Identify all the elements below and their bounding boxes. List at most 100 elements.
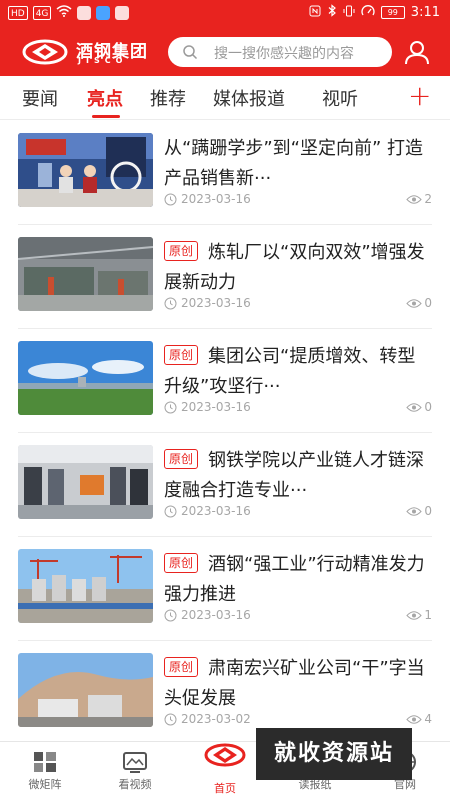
factory-workshop-thumbnail (18, 237, 153, 311)
nav-kanshipin[interactable]: 看视频 (90, 742, 180, 800)
nav-label: 首页 (214, 782, 236, 795)
logo-text-en: JISCO (78, 56, 128, 65)
news-item[interactable]: 原创 钢铁学院以产业链人才链深度融合打造专业··· 2023-03-16 0 (0, 433, 450, 537)
eye-icon (406, 507, 422, 516)
app-notification-icon (77, 5, 92, 20)
news-item[interactable]: 从“蹒跚学步”到“坚定向前” 打造产品销售新··· 2023-03-16 2 (0, 121, 450, 225)
status-right: 99 3:11 (309, 4, 440, 20)
home-logo-icon (204, 743, 246, 767)
news-meta: 2023-03-16 0 (164, 504, 432, 520)
search-icon (183, 45, 198, 60)
eye-icon (406, 195, 422, 204)
video-icon (123, 752, 147, 773)
original-badge: 原创 (164, 345, 199, 365)
jisco-logo[interactable]: 酒钢集团 JISCO (22, 37, 162, 67)
user-profile-icon[interactable] (403, 38, 431, 66)
original-badge: 原创 (164, 241, 199, 261)
active-tab-indicator (92, 115, 120, 118)
view-count: 4 (424, 712, 432, 726)
watermark-overlay: 就收资源站 (256, 728, 412, 780)
category-tabs: 要闻 亮点 推荐 媒体报道 视听 + (0, 76, 450, 120)
vibrate-icon (343, 5, 355, 20)
news-item[interactable]: 原创 集团公司“提质增效、转型升级”攻坚行··· 2023-03-16 0 (0, 329, 450, 433)
nav-label: 微矩阵 (28, 778, 62, 791)
nav-label: 看视频 (118, 778, 152, 791)
app-notification-icon (96, 5, 111, 20)
status-time: 3:11 (410, 4, 440, 20)
news-meta: 2023-03-16 0 (164, 400, 432, 416)
clock-icon (164, 713, 177, 726)
tab-fade (370, 76, 400, 119)
news-title-text: 炼轧厂以“双向双效”增强发展新动力 (164, 242, 425, 293)
news-title-text: 从“蹒跚学步”到“坚定向前” 打造产品销售新··· (164, 138, 424, 189)
bluetooth-icon (327, 4, 337, 20)
news-meta: 2023-03-16 2 (164, 192, 432, 208)
search-input[interactable]: 搜一搜你感兴趣的内容 (168, 37, 392, 67)
app-header: 酒钢集团 JISCO 搜一搜你感兴趣的内容 (0, 26, 450, 76)
news-title-text: 肃南宏兴矿业公司“干”字当头促发展 (164, 658, 425, 709)
original-badge: 原创 (164, 553, 199, 573)
wifi-icon (56, 5, 72, 20)
tab-liangdian[interactable]: 亮点 (87, 85, 123, 111)
livestream-thumbnail (18, 133, 153, 207)
status-bar: HD 4G 99 3:11 (0, 0, 450, 26)
clock-icon (164, 297, 177, 310)
nfc-icon (309, 5, 321, 20)
tab-meiti-baodao[interactable]: 媒体报道 (213, 85, 285, 111)
landscape-sky-thumbnail (18, 341, 153, 415)
view-count: 0 (424, 296, 432, 310)
tab-tuijian[interactable]: 推荐 (150, 85, 186, 111)
industrial-site-thumbnail (18, 549, 153, 623)
news-title-text: 酒钢“强工业”行动精准发力强力推进 (164, 554, 425, 605)
news-date: 2023-03-16 (181, 504, 251, 518)
signal-indicator: 4G (32, 5, 52, 20)
news-meta: 2023-03-02 4 (164, 712, 432, 728)
hd-indicator: HD (8, 5, 28, 20)
eye-icon (406, 611, 422, 620)
news-item[interactable]: 原创 炼轧厂以“双向双效”增强发展新动力 2023-03-16 0 (0, 225, 450, 329)
news-title-text: 钢铁学院以产业链人才链深度融合打造专业··· (164, 450, 425, 501)
news-date: 2023-03-02 (181, 712, 251, 726)
news-list: 从“蹒跚学步”到“坚定向前” 打造产品销售新··· 2023-03-16 2 原… (0, 121, 450, 741)
nav-weijuzhen[interactable]: 微矩阵 (0, 742, 90, 800)
add-channel-button[interactable]: + (408, 81, 431, 111)
eye-icon (406, 715, 422, 724)
battery-indicator: 99 (380, 5, 405, 19)
view-count: 1 (424, 608, 432, 622)
news-date: 2023-03-16 (181, 608, 251, 622)
original-badge: 原创 (164, 657, 199, 677)
news-item[interactable]: 原创 酒钢“强工业”行动精准发力强力推进 2023-03-16 1 (0, 537, 450, 641)
app-notification-icon (115, 5, 130, 20)
news-title[interactable]: 原创 集团公司“提质增效、转型升级”攻坚行··· (164, 342, 432, 402)
speed-icon (361, 4, 375, 20)
tab-shiting[interactable]: 视听 (322, 85, 358, 111)
view-count: 2 (424, 192, 432, 206)
news-meta: 2023-03-16 0 (164, 296, 432, 312)
news-date: 2023-03-16 (181, 192, 251, 206)
news-title[interactable]: 原创 炼轧厂以“双向双效”增强发展新动力 (164, 238, 432, 298)
jisco-logo-icon (22, 39, 68, 65)
clock-icon (164, 401, 177, 414)
news-title[interactable]: 原创 肃南宏兴矿业公司“干”字当头促发展 (164, 654, 432, 714)
view-count: 0 (424, 400, 432, 414)
eye-icon (406, 299, 422, 308)
grid-icon (34, 752, 56, 772)
news-date: 2023-03-16 (181, 296, 251, 310)
view-count: 0 (424, 504, 432, 518)
classroom-robot-thumbnail (18, 445, 153, 519)
tab-yaowen[interactable]: 要闻 (22, 85, 58, 111)
news-title[interactable]: 从“蹒跚学步”到“坚定向前” 打造产品销售新··· (164, 134, 432, 194)
search-placeholder: 搜一搜你感兴趣的内容 (214, 46, 354, 62)
clock-icon (164, 609, 177, 622)
news-title[interactable]: 原创 酒钢“强工业”行动精准发力强力推进 (164, 550, 432, 610)
eye-icon (406, 403, 422, 412)
clock-icon (164, 505, 177, 518)
status-left: HD 4G (8, 5, 130, 20)
news-meta: 2023-03-16 1 (164, 608, 432, 624)
news-title-text: 集团公司“提质增效、转型升级”攻坚行··· (164, 346, 416, 397)
news-item[interactable]: 原创 肃南宏兴矿业公司“干”字当头促发展 2023-03-02 4 (0, 641, 450, 741)
original-badge: 原创 (164, 449, 199, 469)
news-title[interactable]: 原创 钢铁学院以产业链人才链深度融合打造专业··· (164, 446, 432, 506)
clock-icon (164, 193, 177, 206)
mine-site-thumbnail (18, 653, 153, 727)
